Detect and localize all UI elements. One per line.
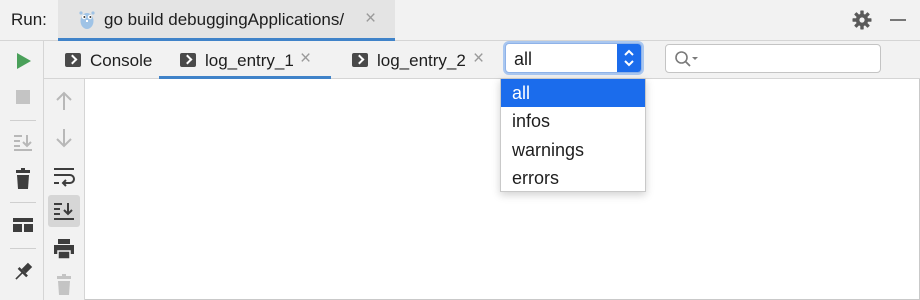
- tab-close-icon[interactable]: ×: [473, 48, 484, 70]
- filter-dropdown-menu: all infos warnings errors: [500, 78, 646, 192]
- option-label: warnings: [512, 140, 585, 160]
- print-icon[interactable]: [52, 237, 76, 261]
- option-label: errors: [512, 168, 560, 188]
- tab-log-entry-2[interactable]: log_entry_2 ×: [331, 41, 501, 79]
- toolbar-separator: [10, 120, 36, 121]
- scroll-to-end-toggle[interactable]: [48, 195, 80, 227]
- console-icon: [352, 53, 368, 67]
- soft-wrap-icon[interactable]: [52, 164, 76, 188]
- stop-icon[interactable]: [11, 85, 35, 109]
- toolbar-separator: [10, 202, 36, 203]
- run-tab-title: go build debuggingApplications/: [104, 10, 345, 29]
- tab-log-entry-1[interactable]: log_entry_1 ×: [159, 41, 331, 79]
- filter-option-errors[interactable]: errors: [501, 164, 645, 192]
- tab-label: log_entry_1: [205, 51, 294, 70]
- run-configuration-tab[interactable]: go build debuggingApplications/ ×: [58, 0, 395, 41]
- select-value: all: [514, 49, 533, 69]
- delete-icon[interactable]: [11, 167, 35, 191]
- layout-icon[interactable]: [11, 213, 35, 237]
- run-actions-toolbar: [0, 41, 44, 300]
- filter-option-infos[interactable]: infos: [501, 107, 645, 135]
- pin-icon[interactable]: [11, 260, 35, 284]
- filter-option-all[interactable]: all: [501, 79, 645, 107]
- gear-icon[interactable]: [852, 10, 872, 30]
- scroll-to-end-icon: [54, 203, 74, 220]
- toolbar-separator: [10, 248, 36, 249]
- option-label: infos: [512, 111, 551, 131]
- log-filter-select[interactable]: all: [505, 43, 642, 73]
- minimize-icon[interactable]: [890, 19, 906, 21]
- tab-console[interactable]: Console: [44, 41, 159, 79]
- chevron-up-down-icon[interactable]: [617, 44, 641, 72]
- tab-close-icon[interactable]: ×: [300, 48, 311, 70]
- search-input[interactable]: [665, 44, 881, 73]
- console-actions-toolbar: [44, 79, 85, 300]
- up-arrow-icon[interactable]: [52, 89, 76, 113]
- search-icon[interactable]: [674, 50, 700, 68]
- tab-label: log_entry_2: [377, 51, 466, 70]
- run-icon[interactable]: [11, 49, 35, 73]
- trash-icon[interactable]: [52, 273, 76, 297]
- run-label: Run:: [11, 10, 47, 29]
- option-label: all: [512, 83, 531, 103]
- scroll-to-end-icon[interactable]: [11, 130, 35, 154]
- run-header: Run: go build debuggingApplications/ ×: [0, 0, 920, 41]
- filter-option-warnings[interactable]: warnings: [501, 136, 645, 164]
- console-icon: [65, 53, 81, 67]
- run-tab-close-icon[interactable]: ×: [365, 8, 376, 30]
- gopher-icon: [79, 11, 95, 29]
- console-icon: [180, 53, 196, 67]
- down-arrow-icon[interactable]: [52, 126, 76, 150]
- tab-label: Console: [90, 51, 153, 70]
